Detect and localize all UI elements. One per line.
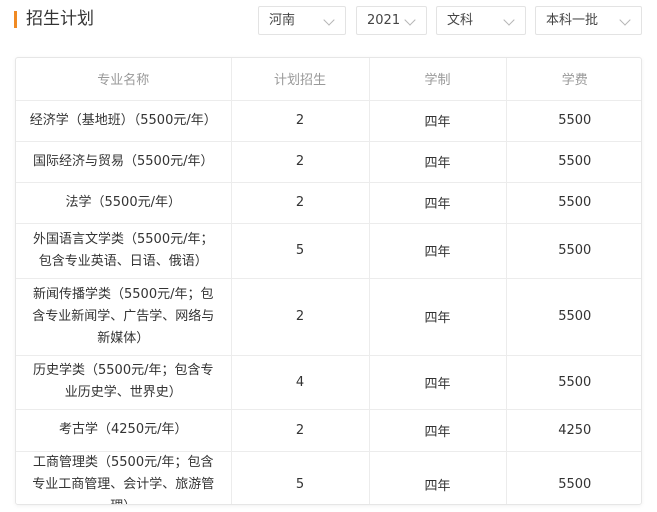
tuition-fee: 5500 [558,477,592,492]
major-name: 新闻传播学类（5500元/年；包含专业新闻学、广告学、网络与新媒体） [16,278,232,356]
plan-count: 2 [231,278,370,356]
major-name: 国际经济与贸易（5500元/年） [16,141,232,183]
subject-select-value: 文科 [447,13,474,28]
table-row: 考古学（4250元/年） 2 四年 4250 [16,409,641,452]
tuition-fee: 4250 [506,409,641,452]
chevron-down-icon [404,14,416,26]
plan-count: 5 [231,223,370,279]
tuition-fee: 5500 [506,355,641,410]
duration: 四年 [369,451,507,504]
batch-select[interactable]: 本科一批 [535,6,642,35]
major-name: 工商管理类（5500元/年；包含专业工商管理、会计学、旅游管理） [16,451,232,504]
page-title: 招生计划 [26,9,94,29]
table-header-row: 专业名称 计划招生 学制 学费 [16,58,641,101]
table-row: 新闻传播学类（5500元/年；包含专业新闻学、广告学、网络与新媒体） 2 四年 … [16,278,641,356]
major-name: 法学（5500元/年） [16,182,232,224]
title-accent-bar [14,11,17,28]
major-name: 经济学（基地班）（5500元/年） [16,100,232,142]
table-row: 法学（5500元/年） 2 四年 5500 [16,182,641,224]
year-select[interactable]: 2021 [356,6,427,35]
tuition-fee: 5500 [506,100,641,142]
column-header-fee: 学费 [506,58,641,101]
duration: 四年 [369,409,507,452]
table-row: 经济学（基地班）（5500元/年） 2 四年 5500 [16,100,641,142]
duration: 四年 [369,223,507,279]
year-select-value: 2021 [367,13,401,28]
duration: 四年 [369,182,507,224]
tuition-fee: 5500 [506,141,641,183]
table-row: 外国语言文学类（5500元/年；包含专业英语、日语、俄语） 5 四年 5500 [16,223,641,279]
table-row: 工商管理类（5500元/年；包含专业工商管理、会计学、旅游管理） 5 四年 55… [16,451,641,504]
tuition-fee: 5500 [506,223,641,279]
province-select[interactable]: 河南 [258,6,346,35]
column-header-major: 专业名称 [16,58,232,101]
plan-count: 2 [231,100,370,142]
major-name: 外国语言文学类（5500元/年；包含专业英语、日语、俄语） [16,223,232,279]
plan-count: 2 [231,409,370,452]
table-row: 历史学类（5500元/年；包含专业历史学、世界史） 4 四年 5500 [16,355,641,410]
duration: 四年 [369,141,507,183]
chevron-down-icon [503,14,515,26]
subject-select[interactable]: 文科 [436,6,526,35]
plan-count: 5 [231,451,370,504]
tuition-fee: 5500 [506,182,641,224]
province-select-value: 河南 [269,13,296,28]
duration: 四年 [369,100,507,142]
major-name: 考古学（4250元/年） [16,409,232,452]
table-row: 国际经济与贸易（5500元/年） 2 四年 5500 [16,141,641,183]
duration: 四年 [369,278,507,356]
plan-count: 4 [231,355,370,410]
chevron-down-icon [619,14,631,26]
tuition-fee: 5500 [506,278,641,356]
major-name: 历史学类（5500元/年；包含专业历史学、世界史） [16,355,232,410]
enrollment-plan-table: 专业名称 计划招生 学制 学费 经济学（基地班）（5500元/年） 2 四年 5… [15,57,642,505]
header: 招生计划 河南 2021 文科 本科一批 [0,0,657,40]
duration: 四年 [369,355,507,410]
chevron-down-icon [323,14,335,26]
plan-count: 2 [231,141,370,183]
batch-select-value: 本科一批 [546,13,599,28]
plan-count: 2 [231,182,370,224]
column-header-duration: 学制 [369,58,507,101]
column-header-plan: 计划招生 [231,58,370,101]
